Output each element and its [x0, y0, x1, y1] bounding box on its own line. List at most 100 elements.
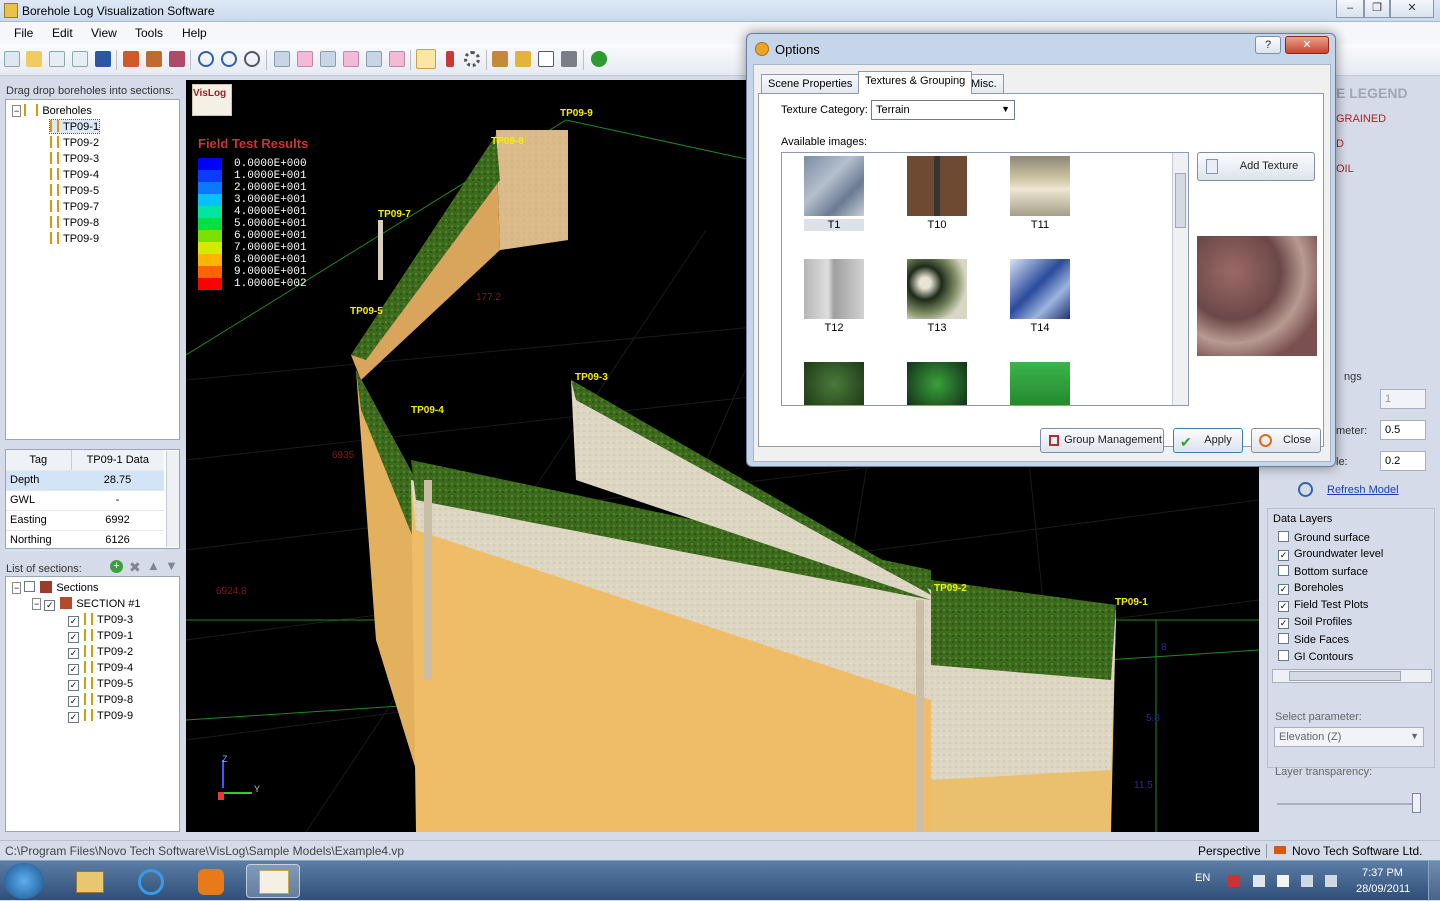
borehole-tool-icon[interactable]	[446, 51, 454, 67]
layer-field-test-plots[interactable]: ✓ Field Test Plots	[1278, 599, 1368, 612]
apply-button[interactable]: ✔ Apply	[1173, 428, 1243, 453]
layer-side-faces[interactable]: Side Faces	[1278, 633, 1349, 646]
section-borehole-item[interactable]: ✓ TP09-4	[68, 661, 133, 675]
tree-root-boreholes[interactable]: − Boreholes	[12, 104, 92, 117]
view-cube-bottom-icon[interactable]	[366, 51, 382, 67]
group-management-button[interactable]: Group Management	[1040, 428, 1164, 453]
grid-cell-value[interactable]: -	[71, 490, 164, 511]
add-section-icon[interactable]: +	[110, 560, 123, 573]
section-borehole-item[interactable]: ✓ TP09-1	[68, 629, 133, 643]
view-cube-side-icon[interactable]	[320, 51, 336, 67]
taskbar-explorer[interactable]	[62, 864, 116, 898]
close-button[interactable]: Close	[1251, 428, 1321, 453]
select-parameter-dropdown[interactable]: Elevation (Z) ▼	[1274, 727, 1424, 747]
clock-time[interactable]: 7:37 PM	[1362, 867, 1403, 879]
view-cube-back-icon[interactable]	[343, 51, 359, 67]
menu-edit[interactable]: Edit	[52, 26, 73, 40]
tree-item-borehole[interactable]: TP09-8	[50, 216, 99, 229]
help-icon[interactable]	[591, 51, 607, 67]
sections-tree[interactable]: − Sections − ✓ SECTION #1 ✓ TP09-3 ✓ TP09-1…	[5, 576, 180, 832]
tree-item-borehole[interactable]: TP09-1	[48, 119, 101, 134]
tab-scene-properties[interactable]: Scene Properties	[761, 74, 860, 93]
zoom-in-icon[interactable]	[198, 51, 214, 67]
layer-checkbox[interactable]	[1278, 565, 1289, 576]
layer-gi-contours[interactable]: GI Contours	[1278, 650, 1353, 663]
layer-checkbox[interactable]: ✓	[1278, 601, 1289, 612]
texture-thumb-t12[interactable]	[804, 259, 864, 319]
dialog-help-button[interactable]: ?	[1255, 36, 1281, 54]
texture-thumb-grass[interactable]	[1010, 362, 1070, 405]
tab-textures-grouping[interactable]: Textures & Grouping	[858, 71, 973, 94]
texture-thumb-t11[interactable]	[1010, 156, 1070, 216]
export-icon[interactable]	[49, 51, 65, 67]
section-borehole-checkbox[interactable]: ✓	[68, 696, 79, 707]
delete-borehole-icon[interactable]	[169, 51, 185, 67]
layer-boreholes[interactable]: ✓ Boreholes	[1278, 582, 1344, 595]
zoom-fit-icon[interactable]	[244, 51, 260, 67]
zoom-out-icon[interactable]	[221, 51, 237, 67]
section-borehole-checkbox[interactable]: ✓	[68, 632, 79, 643]
taskbar-vislog[interactable]	[246, 864, 300, 898]
layer-groundwater-level[interactable]: ✓ Groundwater level	[1278, 548, 1383, 561]
section-borehole-checkbox[interactable]: ✓	[68, 616, 79, 627]
texture-gallery[interactable]: T1 T10 T11 T12 T13 T14	[781, 152, 1189, 406]
gallery-scroll-thumb[interactable]	[1175, 173, 1186, 228]
tree-item-borehole[interactable]: TP09-4	[50, 168, 99, 181]
tray-volume-icon[interactable]	[1325, 875, 1337, 887]
layer-soil-profiles[interactable]: ✓ Soil Profiles	[1278, 616, 1352, 629]
printer-icon[interactable]	[561, 51, 577, 67]
grid-cell-value[interactable]: 28.75	[71, 470, 164, 491]
menu-help[interactable]: Help	[182, 26, 207, 40]
tree-item-borehole[interactable]: TP09-7	[50, 200, 99, 213]
add-borehole-icon[interactable]	[123, 51, 139, 67]
tray-security-icon[interactable]	[1228, 875, 1240, 887]
section-borehole-item[interactable]: ✓ TP09-5	[68, 677, 133, 691]
bh-label-tp09-7[interactable]: TP09-7	[378, 209, 411, 220]
section-borehole-checkbox[interactable]: ✓	[68, 712, 79, 723]
tree-item-borehole[interactable]: TP09-3	[50, 152, 99, 165]
tree-section[interactable]: − ✓ SECTION #1	[32, 597, 141, 611]
minimize-button[interactable]: –	[1336, 0, 1364, 18]
view-cube-top-icon[interactable]	[297, 51, 313, 67]
language-indicator[interactable]: EN	[1195, 872, 1210, 884]
start-button[interactable]	[4, 863, 44, 899]
document-icon[interactable]	[538, 51, 554, 67]
bh-label-tp09-2[interactable]: TP09-2	[934, 583, 967, 594]
edit-borehole-icon[interactable]	[146, 51, 162, 67]
property-grid[interactable]: Tag TP09-1 Data Depth 28.75 GWL - Easting 6…	[5, 449, 180, 551]
tree-item-borehole[interactable]: TP09-5	[50, 184, 99, 197]
layers-hscrollbar[interactable]	[1272, 669, 1432, 683]
grid-cell-value[interactable]: 6126	[71, 530, 164, 551]
open-folder-icon[interactable]	[26, 51, 42, 67]
setting-field-1[interactable]: 1	[1380, 389, 1426, 409]
move-up-icon[interactable]: ▲	[147, 558, 160, 573]
menu-tools[interactable]: Tools	[135, 26, 163, 40]
gallery-scrollbar[interactable]	[1172, 153, 1188, 405]
new-file-icon[interactable]	[4, 51, 20, 67]
section-borehole-checkbox[interactable]: ✓	[68, 664, 79, 675]
texture-thumb-t13[interactable]	[907, 259, 967, 319]
setting-field-3[interactable]: 0.2	[1380, 451, 1426, 471]
menu-file[interactable]: File	[14, 26, 33, 40]
tray-printer-icon[interactable]	[1253, 875, 1265, 887]
layer-checkbox[interactable]	[1278, 633, 1289, 644]
refresh-model-link[interactable]: Refresh Model	[1327, 484, 1399, 496]
layer-checkbox[interactable]	[1278, 531, 1289, 542]
transparency-slider-track[interactable]	[1277, 803, 1417, 805]
folder-star-icon[interactable]	[515, 51, 531, 67]
borehole-tree[interactable]: − Boreholes TP09-1 TP09-2 TP09-3 TP09-4 …	[5, 99, 180, 440]
maximize-button[interactable]: ❐	[1364, 0, 1390, 18]
select-tool-icon[interactable]	[416, 49, 436, 69]
move-down-icon[interactable]: ▼	[165, 558, 178, 573]
view-cube-front-icon[interactable]	[274, 51, 290, 67]
section-checkbox[interactable]: ✓	[44, 600, 56, 611]
remove-section-icon[interactable]: ✖	[129, 559, 141, 576]
texture-category-dropdown[interactable]: Terrain ▼	[871, 100, 1015, 120]
tray-network-icon[interactable]	[1301, 875, 1313, 887]
setting-field-2[interactable]: 0.5	[1380, 420, 1426, 440]
dialog-close-x-button[interactable]: ✕	[1285, 36, 1329, 54]
bh-label-tp09-3[interactable]: TP09-3	[575, 372, 608, 383]
menu-view[interactable]: View	[91, 26, 117, 40]
section-borehole-checkbox[interactable]: ✓	[68, 680, 79, 691]
section-borehole-checkbox[interactable]: ✓	[68, 648, 79, 659]
